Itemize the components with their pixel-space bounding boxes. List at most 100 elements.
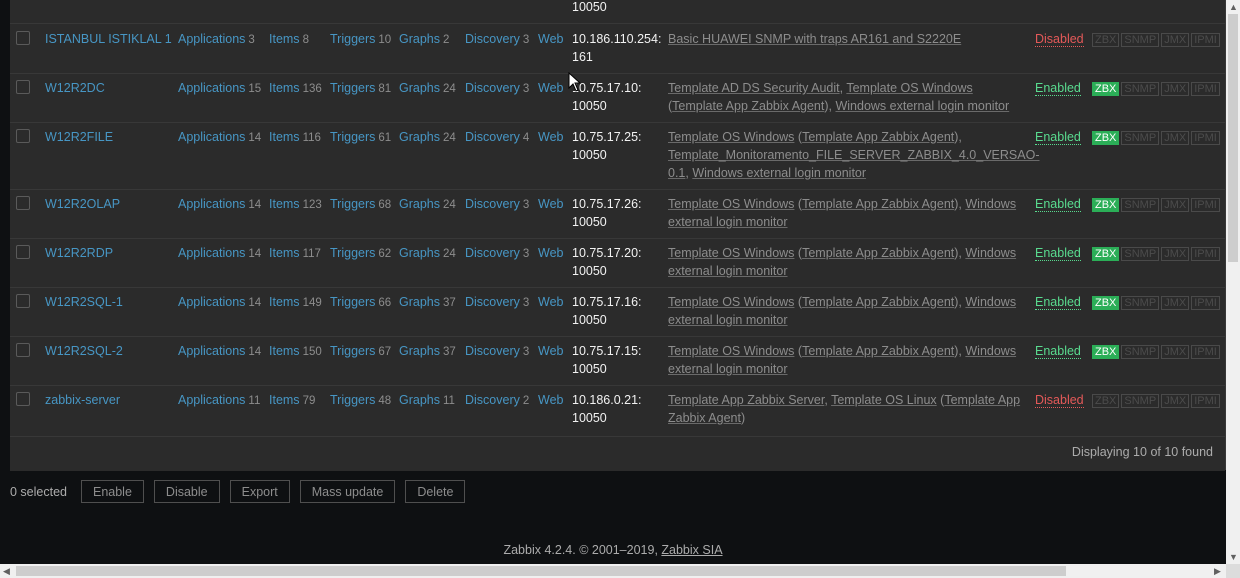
host-name-link[interactable]: W12R2SQL-1: [45, 293, 123, 311]
web-link[interactable]: Web: [538, 79, 563, 97]
items-link[interactable]: Items 116: [269, 128, 321, 147]
status-text[interactable]: Enabled: [1035, 130, 1081, 145]
graphs-link[interactable]: Graphs 2: [399, 30, 449, 49]
discovery-link[interactable]: Discovery 2: [465, 391, 529, 410]
host-name-link[interactable]: ISTANBUL ISTIKLAL 1: [45, 30, 172, 48]
triggers-link[interactable]: Triggers 68: [330, 195, 391, 214]
scroll-down-icon[interactable]: ▼: [1229, 552, 1238, 562]
disable-button[interactable]: Disable: [153, 480, 220, 503]
delete-button[interactable]: Delete: [405, 480, 466, 503]
status-toggle[interactable]: Disabled: [1035, 30, 1084, 48]
graphs-link[interactable]: Graphs 37: [399, 342, 456, 361]
applications-link[interactable]: Applications 14: [178, 293, 261, 312]
triggers-link[interactable]: Triggers 48: [330, 391, 391, 410]
status-toggle[interactable]: Enabled: [1035, 244, 1081, 262]
applications-link[interactable]: Applications 14: [178, 128, 261, 147]
web-link[interactable]: Web: [538, 244, 563, 262]
status-text[interactable]: Disabled: [1035, 393, 1084, 408]
discovery-link[interactable]: Discovery 3: [465, 293, 529, 312]
enable-button[interactable]: Enable: [80, 480, 144, 503]
discovery-link[interactable]: Discovery 3: [465, 244, 529, 263]
host-name-link[interactable]: W12R2SQL-2: [45, 342, 123, 360]
template-link[interactable]: Template OS Linux: [831, 393, 937, 407]
web-link[interactable]: Web: [538, 293, 563, 311]
discovery-link[interactable]: Discovery 3: [465, 342, 529, 361]
template-link[interactable]: Template App Zabbix Agent: [802, 344, 954, 358]
graphs-link[interactable]: Graphs 24: [399, 128, 456, 147]
status-text[interactable]: Enabled: [1035, 246, 1081, 261]
web-link[interactable]: Web: [538, 342, 563, 360]
discovery-link[interactable]: Discovery 3: [465, 195, 529, 214]
template-link[interactable]: Template OS Windows: [668, 130, 794, 144]
discovery-link[interactable]: Discovery 4: [465, 128, 529, 147]
row-checkbox[interactable]: [16, 343, 30, 357]
triggers-link[interactable]: Triggers 62: [330, 244, 391, 263]
template-link[interactable]: Template App Zabbix Agent: [802, 197, 954, 211]
host-name-link[interactable]: W12R2RDP: [45, 244, 113, 262]
items-link[interactable]: Items 8: [269, 30, 309, 49]
mass-update-button[interactable]: Mass update: [299, 480, 396, 503]
template-link[interactable]: Template OS Windows: [668, 197, 794, 211]
applications-link[interactable]: Applications 3: [178, 30, 255, 49]
status-text[interactable]: Enabled: [1035, 81, 1081, 96]
web-link[interactable]: Web: [538, 195, 563, 213]
status-toggle[interactable]: Enabled: [1035, 128, 1081, 146]
export-button[interactable]: Export: [229, 480, 290, 503]
template-link[interactable]: Template AD DS Security Audit: [668, 81, 840, 95]
template-link[interactable]: Windows external login monitor: [835, 99, 1009, 113]
row-checkbox[interactable]: [16, 392, 30, 406]
applications-link[interactable]: Applications 14: [178, 244, 261, 263]
applications-link[interactable]: Applications 11: [178, 391, 260, 410]
template-link[interactable]: Template App Zabbix Agent: [672, 99, 824, 113]
template-link[interactable]: Template App Zabbix Agent: [802, 295, 954, 309]
web-link[interactable]: Web: [538, 30, 563, 48]
applications-link[interactable]: Applications 15: [178, 79, 261, 98]
template-link[interactable]: Template OS Windows: [846, 81, 972, 95]
graphs-link[interactable]: Graphs 37: [399, 293, 456, 312]
items-link[interactable]: Items 117: [269, 244, 321, 263]
row-checkbox[interactable]: [16, 294, 30, 308]
host-name-link[interactable]: zabbix-server: [45, 391, 120, 409]
scroll-right-icon[interactable]: ▶: [1214, 566, 1221, 576]
applications-link[interactable]: Applications 14: [178, 342, 261, 361]
items-link[interactable]: Items 150: [269, 342, 322, 361]
status-toggle[interactable]: Enabled: [1035, 79, 1081, 97]
template-link[interactable]: Template OS Windows: [668, 246, 794, 260]
row-checkbox[interactable]: [16, 245, 30, 259]
template-link[interactable]: Basic HUAWEI SNMP with traps AR161 and S…: [668, 32, 961, 46]
row-checkbox[interactable]: [16, 31, 30, 45]
scroll-left-icon[interactable]: ◀: [3, 566, 10, 576]
discovery-link[interactable]: Discovery 3: [465, 30, 529, 49]
web-link[interactable]: Web: [538, 128, 563, 146]
row-checkbox[interactable]: [16, 129, 30, 143]
items-link[interactable]: Items 136: [269, 79, 322, 98]
items-link[interactable]: Items 123: [269, 195, 322, 214]
status-toggle[interactable]: Enabled: [1035, 342, 1081, 360]
template-link[interactable]: Template OS Windows: [668, 295, 794, 309]
template-link[interactable]: Template App Zabbix Agent: [802, 130, 954, 144]
status-toggle[interactable]: Enabled: [1035, 195, 1081, 213]
status-text[interactable]: Disabled: [1035, 32, 1084, 47]
graphs-link[interactable]: Graphs 24: [399, 195, 456, 214]
row-checkbox[interactable]: [16, 80, 30, 94]
graphs-link[interactable]: Graphs 24: [399, 244, 456, 263]
scroll-up-icon[interactable]: ▲: [1229, 2, 1238, 12]
row-checkbox[interactable]: [16, 196, 30, 210]
host-name-link[interactable]: W12R2OLAP: [45, 195, 120, 213]
web-link[interactable]: Web: [538, 391, 563, 409]
host-name-link[interactable]: W12R2FILE: [45, 128, 113, 146]
template-link[interactable]: Windows external login monitor: [692, 166, 866, 180]
status-text[interactable]: Enabled: [1035, 344, 1081, 359]
triggers-link[interactable]: Triggers 66: [330, 293, 391, 312]
items-link[interactable]: Items 79: [269, 391, 315, 410]
zabbix-sia-link[interactable]: Zabbix SIA: [661, 543, 722, 557]
triggers-link[interactable]: Triggers 61: [330, 128, 391, 147]
status-toggle[interactable]: Disabled: [1035, 391, 1084, 409]
vertical-scroll-thumb[interactable]: [1228, 14, 1238, 262]
discovery-link[interactable]: Discovery 3: [465, 79, 529, 98]
status-text[interactable]: Enabled: [1035, 197, 1081, 212]
triggers-link[interactable]: Triggers 67: [330, 342, 391, 361]
graphs-link[interactable]: Graphs 11: [399, 391, 455, 410]
graphs-link[interactable]: Graphs 24: [399, 79, 456, 98]
status-toggle[interactable]: Enabled: [1035, 293, 1081, 311]
